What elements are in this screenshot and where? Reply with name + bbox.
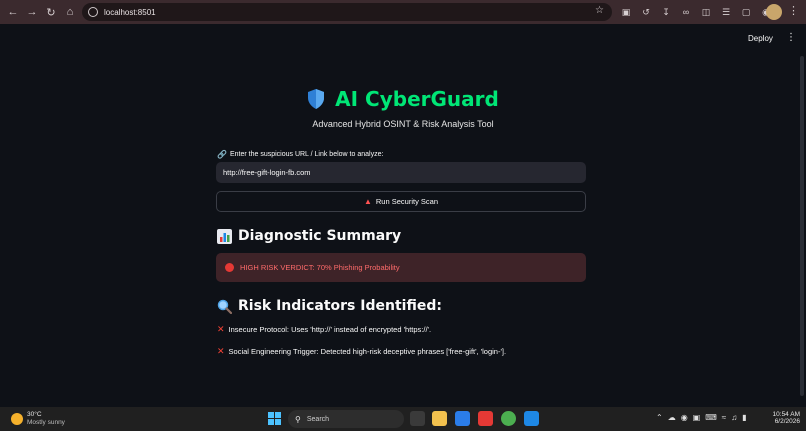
keyboard-icon[interactable]: ⌨ [705,413,717,422]
magnifier-icon [217,299,232,314]
url-input-label-text: Enter the suspicious URL / Link below to… [229,151,384,158]
risk-indicator-item: ✕ Insecure Protocol: Uses 'http://' inst… [217,324,431,335]
url-input-label: 🔗 Enter the suspicious URL / Link below … [217,150,383,159]
battery-tray-icon[interactable]: ▣ [693,413,701,422]
shield-tray-icon[interactable]: ◉ [681,413,688,422]
risk-indicator-text: Insecure Protocol: Uses 'http://' instea… [228,325,432,334]
address-url[interactable]: localhost:8501 [104,8,156,17]
screenshot-icon[interactable]: ▢ [738,3,754,21]
site-info-icon[interactable] [88,7,98,17]
risk-verdict-text: HIGH RISK VERDICT: 70% Phishing Probabil… [240,263,400,272]
risk-indicator-item: ✕ Social Engineering Trigger: Detected h… [217,346,506,357]
link-icon: 🔗 [217,150,227,159]
browser-menu-icon[interactable]: ⋮ [788,4,799,17]
home-icon[interactable]: ⌂ [61,3,79,21]
history-icon[interactable]: ↺ [638,3,654,21]
cross-mark-icon: ✕ [217,324,225,334]
risk-verdict-alert: HIGH RISK VERDICT: 70% Phishing Probabil… [216,253,586,282]
link-icon[interactable]: ∞ [678,3,694,21]
clock-date: 6/2/2026 [774,418,800,425]
shield-icon [308,89,325,109]
start-icon[interactable] [268,412,281,425]
siren-icon: ▲ [363,197,372,206]
page-subtitle: Advanced Hybrid OSINT & Risk Analysis To… [312,119,494,129]
clock-time: 10:54 AM [772,411,800,418]
system-tray: ⌃ ☁ ◉ ▣ ⌨ ≈ ♫ ▮ [656,413,747,422]
vscode-icon[interactable] [524,411,539,426]
risk-indicators-text: Risk Indicators Identified: [238,298,442,314]
system-clock[interactable]: 10:54 AM 6/2/2026 [770,411,800,425]
search-icon: ⚲ [295,414,301,424]
task-view-icon[interactable] [410,411,425,426]
diagnostic-summary-text: Diagnostic Summary [238,228,402,244]
weather-condition[interactable]: Mostly sunny [27,419,65,426]
app-header: Deploy ⋮ [0,24,806,56]
app-icon[interactable] [478,411,493,426]
volume-icon[interactable]: ♫ [731,413,737,422]
sun-icon[interactable] [11,413,23,425]
cross-mark-icon: ✕ [217,346,225,356]
chevron-up-icon[interactable]: ⌃ [656,413,663,422]
weather-temperature[interactable]: 30°C [27,411,42,418]
diagnostic-summary-heading: Diagnostic Summary [217,228,401,244]
profile-avatar[interactable] [766,4,782,20]
file-explorer-icon[interactable] [432,411,447,426]
extensions-icon[interactable]: ▣ [618,3,634,21]
address-bar[interactable]: localhost:8501 ☆ [82,3,612,21]
bar-chart-icon [217,228,232,244]
run-security-scan-button[interactable]: ▲ Run Security Scan [216,191,586,212]
chrome-icon[interactable] [501,411,516,426]
star-icon[interactable]: ☆ [595,5,604,16]
taskbar-search-label: Search [306,415,330,423]
download-icon[interactable]: ↧ [658,3,674,21]
sidebar-icon[interactable]: ◫ [698,3,714,21]
cloud-icon[interactable]: ☁ [668,413,676,422]
browser-toolbar: ← → ↻ ⌂ localhost:8501 ☆ ▣ ↺ ↧ ∞ ◫ ☰ ▢ ◉… [0,0,806,24]
wifi-icon[interactable]: ≈ [722,413,726,422]
windows-taskbar: 30°C Mostly sunny ⚲ Search ⌃ ☁ ◉ ▣ ⌨ ≈ ♫… [0,407,806,431]
reload-icon[interactable]: ↻ [42,3,60,21]
red-circle-icon [225,263,234,272]
translate-icon[interactable]: ☰ [718,3,734,21]
run-security-scan-label: Run Security Scan [375,197,439,206]
page-title: AI CyberGuard [335,87,499,111]
forward-icon[interactable]: → [23,3,41,21]
risk-indicator-text: Social Engineering Trigger: Detected hig… [228,347,507,356]
deploy-button[interactable]: Deploy [748,34,773,43]
store-icon[interactable] [455,411,470,426]
back-icon[interactable]: ← [4,3,22,21]
battery-icon[interactable]: ▮ [742,413,746,422]
app-menu-icon[interactable]: ⋮ [786,32,796,43]
url-input[interactable] [216,162,586,183]
taskbar-search[interactable]: ⚲ Search [288,410,404,428]
risk-indicators-heading: Risk Indicators Identified: [217,298,442,314]
title-row: AI CyberGuard [0,87,806,111]
